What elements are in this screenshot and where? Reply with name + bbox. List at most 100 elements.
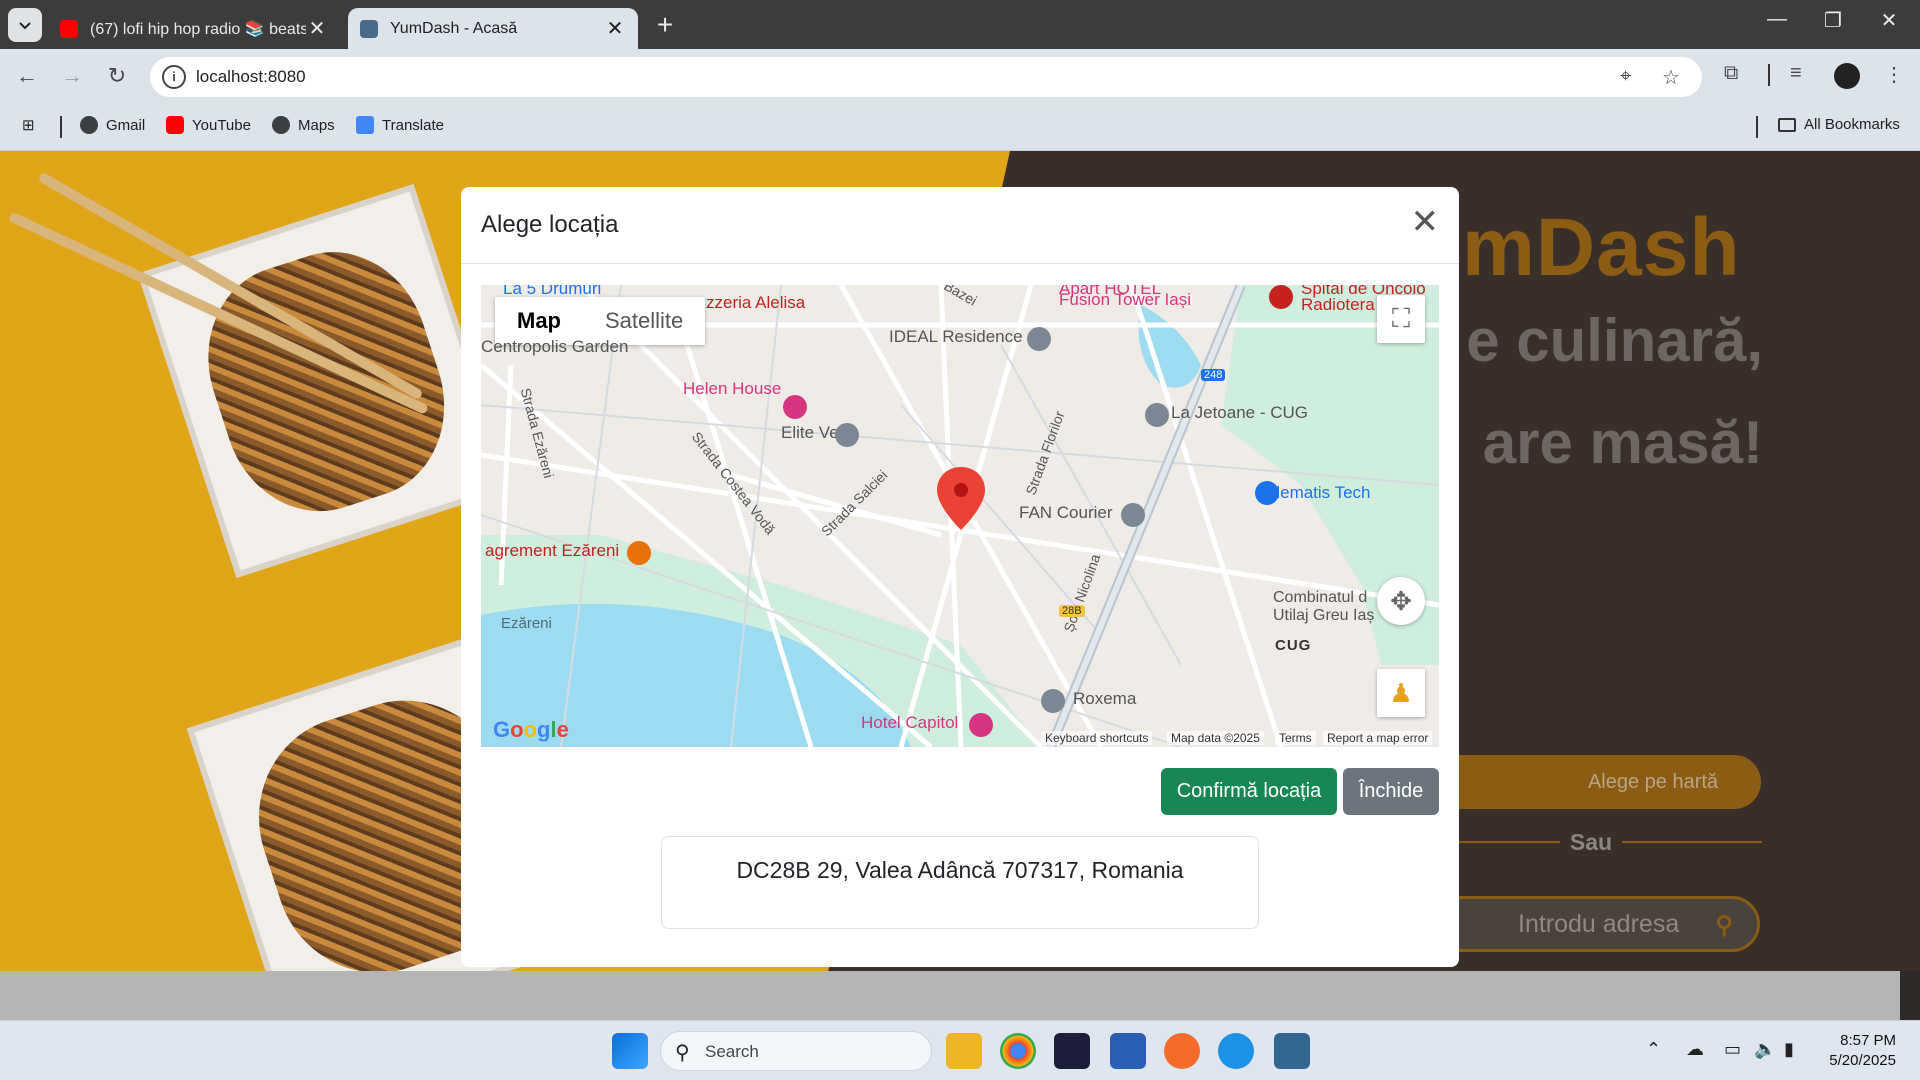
- map-label: FAN Courier: [1019, 503, 1113, 522]
- network-icon[interactable]: ▭: [1724, 1039, 1741, 1060]
- close-tab-icon[interactable]: ✕: [306, 16, 328, 41]
- apps-grid-icon[interactable]: ⊞: [22, 116, 35, 134]
- poi-marker-icon[interactable]: [1121, 503, 1145, 527]
- address-url[interactable]: localhost:8080: [196, 67, 306, 87]
- file-explorer-icon[interactable]: [946, 1033, 982, 1069]
- map-label: Elite Vet: [781, 423, 844, 442]
- modal-header: Alege locația ✕: [461, 187, 1459, 264]
- taskbar-search-label: Search: [705, 1042, 759, 1061]
- reload-icon[interactable]: ↻: [102, 61, 132, 91]
- keyboard-shortcuts-link[interactable]: Keyboard shortcuts: [1041, 731, 1153, 745]
- menu-kebab-icon[interactable]: ⋮: [1884, 62, 1904, 87]
- hotel-poi-icon[interactable]: [783, 395, 807, 419]
- map-label: IDEAL Residence: [889, 327, 1023, 346]
- chrome-icon[interactable]: [1000, 1033, 1036, 1069]
- bookmarks-bar: ⊞ Gmail YouTube Maps Translate All Bookm…: [0, 102, 1920, 151]
- restaurant-poi-icon[interactable]: [627, 541, 651, 565]
- docker-icon[interactable]: [1218, 1033, 1254, 1069]
- toolbar-divider: [1768, 64, 1770, 86]
- forward-icon[interactable]: →: [57, 61, 87, 91]
- minimize-icon[interactable]: —: [1754, 8, 1800, 31]
- hero-title: mDash: [1462, 202, 1741, 293]
- poi-marker-icon[interactable]: [1041, 689, 1065, 713]
- camera-control-icon[interactable]: ✥: [1377, 577, 1425, 625]
- map-view[interactable]: Map Satellite La 5 Drumuri zzeria Alelis…: [481, 285, 1439, 747]
- bookmark-translate[interactable]: Translate: [356, 116, 444, 134]
- browser-toolbar: ← → ↻ i localhost:8080 ⌖ ☆ ⧉ ≡ ⋮: [0, 49, 1920, 102]
- bookmark-youtube[interactable]: YouTube: [166, 116, 251, 134]
- lock-poi-icon[interactable]: [1255, 481, 1279, 505]
- taskbar-search[interactable]: ⚲ Search: [660, 1031, 932, 1071]
- postgresql-icon[interactable]: [1274, 1033, 1310, 1069]
- page-footer-strip: [0, 971, 1900, 1020]
- onedrive-icon[interactable]: ☁: [1686, 1039, 1704, 1060]
- choose-on-map-button[interactable]: Alege pe hartă: [1425, 755, 1761, 809]
- hospital-poi-icon[interactable]: [1269, 285, 1293, 309]
- bookmark-label: Maps: [298, 116, 335, 134]
- map-label: Combinatul d: [1273, 589, 1368, 606]
- map-label: Roxema: [1073, 689, 1137, 708]
- map-label: Hotel Capitol: [861, 713, 959, 732]
- media-control-icon[interactable]: ≡: [1790, 62, 1802, 85]
- map-label: La 5 Drumuri: [503, 285, 602, 298]
- profile-avatar[interactable]: [1834, 63, 1860, 89]
- terms-link[interactable]: Terms: [1275, 731, 1316, 745]
- back-icon[interactable]: ←: [12, 61, 42, 91]
- yumdash-icon: [360, 19, 378, 38]
- hotel-poi-icon[interactable]: [969, 713, 993, 737]
- map-label: Centropolis Garden: [481, 337, 629, 356]
- tab-title: (67) lofi hip hop radio 📚 beats: [90, 20, 306, 38]
- map-label: La Jetoane - CUG: [1171, 403, 1309, 422]
- windows-start-icon[interactable]: [612, 1033, 648, 1069]
- all-bookmarks[interactable]: All Bookmarks: [1778, 116, 1900, 133]
- extensions-icon[interactable]: ⧉: [1724, 62, 1738, 85]
- address-bar[interactable]: i localhost:8080 ⌖ ☆: [150, 57, 1702, 97]
- battery-icon[interactable]: ▮: [1784, 1039, 1794, 1060]
- report-error-link[interactable]: Report a map error: [1323, 731, 1433, 745]
- translate-icon: [356, 116, 374, 134]
- address-input[interactable]: Introdu adresa ⚲: [1420, 896, 1760, 952]
- new-tab-button[interactable]: +: [650, 10, 680, 40]
- poi-marker-icon[interactable]: [1027, 327, 1051, 351]
- folder-icon: [1778, 117, 1796, 132]
- taskbar-clock[interactable]: 8:57 PM 5/20/2025: [1820, 1031, 1896, 1071]
- close-icon[interactable]: ✕: [1411, 205, 1440, 239]
- location-icon[interactable]: ⌖: [1620, 65, 1631, 88]
- search-icon[interactable]: ⚲: [1715, 911, 1733, 940]
- volume-icon[interactable]: 🔈: [1754, 1039, 1776, 1060]
- map-label: Radiotera: [1301, 295, 1375, 314]
- powershell-icon[interactable]: [1110, 1033, 1146, 1069]
- tab-search-button[interactable]: [8, 8, 42, 42]
- tab-lofi[interactable]: (67) lofi hip hop radio 📚 beats ✕: [48, 8, 340, 49]
- poi-marker-icon[interactable]: [1145, 403, 1169, 427]
- bookmark-maps[interactable]: Maps: [272, 116, 335, 134]
- tab-title: YumDash - Acasă: [390, 19, 518, 37]
- food-box-image: [137, 184, 513, 578]
- map-label: agrement Ezăreni: [485, 541, 620, 560]
- bookmark-star-icon[interactable]: ☆: [1662, 65, 1680, 90]
- poi-marker-icon[interactable]: [835, 423, 859, 447]
- globe-icon: [80, 116, 98, 134]
- bookmark-gmail[interactable]: Gmail: [80, 116, 145, 134]
- map-label: Utilaj Greu Iaș: [1273, 607, 1375, 624]
- chevron-up-icon[interactable]: ⌃: [1646, 1039, 1661, 1060]
- site-info-icon[interactable]: i: [162, 65, 186, 89]
- location-marker-icon[interactable]: [937, 467, 985, 530]
- close-tab-icon[interactable]: ✕: [604, 16, 626, 41]
- fullscreen-icon[interactable]: ⛶: [1377, 295, 1425, 343]
- restore-icon[interactable]: ❐: [1810, 8, 1856, 33]
- intellij-icon[interactable]: [1054, 1033, 1090, 1069]
- tab-strip: (67) lofi hip hop radio 📚 beats ✕ YumDas…: [0, 0, 1920, 49]
- bookmark-label: YouTube: [192, 116, 251, 134]
- window-close-icon[interactable]: ✕: [1866, 8, 1912, 33]
- all-bookmarks-label: All Bookmarks: [1804, 116, 1900, 133]
- confirm-location-button[interactable]: Confirmă locația: [1161, 768, 1337, 815]
- close-button[interactable]: Închide: [1343, 768, 1439, 815]
- modal-title: Alege locația: [481, 211, 619, 238]
- postman-icon[interactable]: [1164, 1033, 1200, 1069]
- map-label: Elematis Tech: [1265, 483, 1371, 502]
- tab-yumdash[interactable]: YumDash - Acasă ✕: [348, 8, 638, 49]
- pegman-icon[interactable]: ♟: [1377, 669, 1425, 717]
- road-shield-248: 248: [1201, 369, 1226, 381]
- chevron-down-icon: [19, 22, 31, 30]
